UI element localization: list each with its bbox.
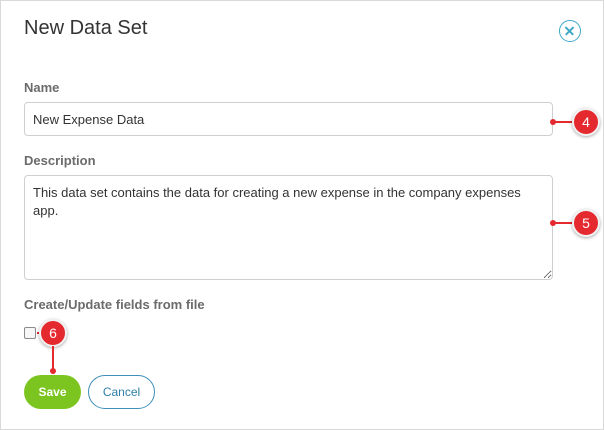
dialog-title: New Data Set xyxy=(24,17,148,39)
marker-6-dot xyxy=(50,368,56,374)
marker-6-badge: 6 xyxy=(39,319,67,347)
name-label: Name xyxy=(24,80,60,95)
save-button[interactable]: Save xyxy=(24,375,81,409)
new-data-set-dialog: New Data Set Name Description This data … xyxy=(0,0,604,430)
cancel-button[interactable]: Cancel xyxy=(88,375,155,409)
close-icon[interactable] xyxy=(559,20,581,42)
marker-6-line-vertical xyxy=(52,346,54,370)
marker-5-badge: 5 xyxy=(572,209,600,237)
marker-4-line xyxy=(554,121,574,123)
description-textarea[interactable]: This data set contains the data for crea… xyxy=(24,175,553,280)
description-label: Description xyxy=(24,153,96,168)
file-label: Create/Update fields from file xyxy=(24,297,205,312)
create-from-file-checkbox[interactable] xyxy=(24,327,36,339)
name-input[interactable] xyxy=(24,102,553,136)
marker-4-badge: 4 xyxy=(572,108,600,136)
marker-5-line xyxy=(554,222,574,224)
